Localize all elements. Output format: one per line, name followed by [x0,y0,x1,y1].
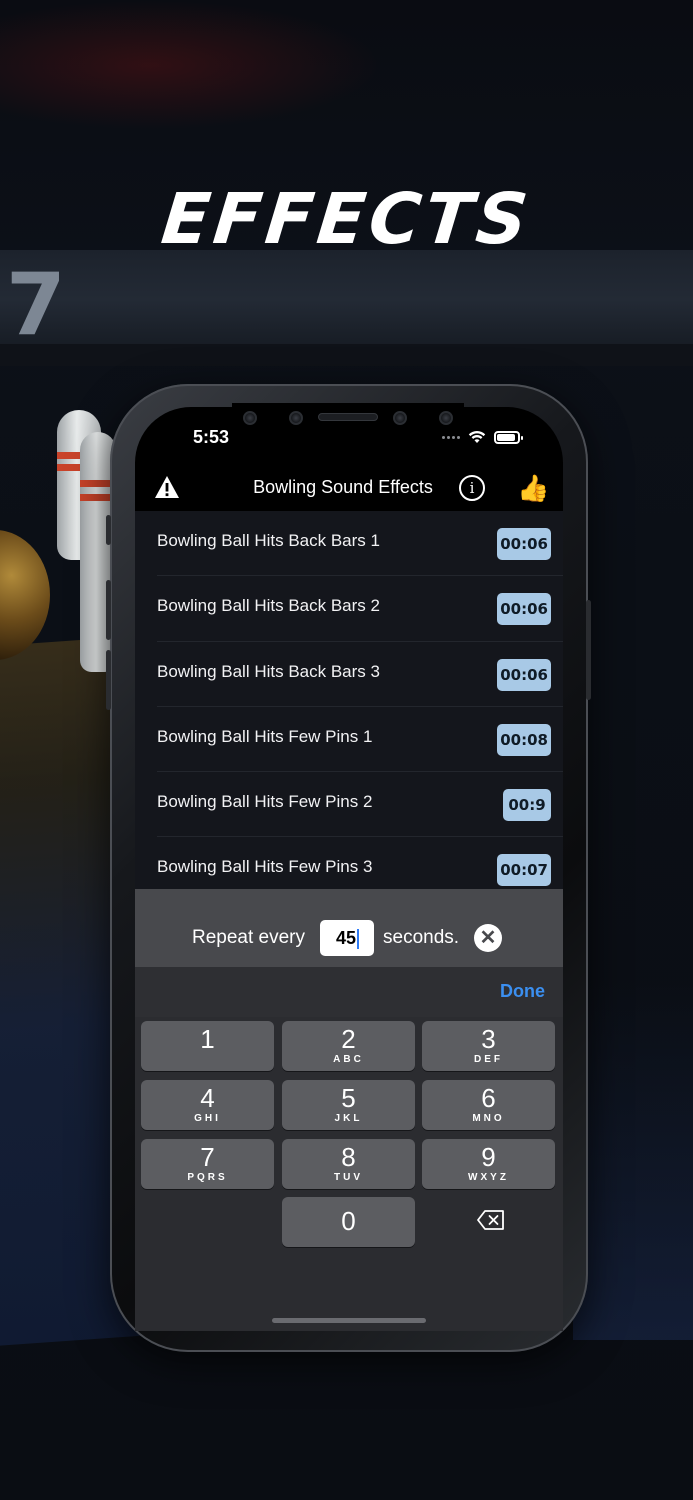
key-digit: 1 [200,1024,215,1054]
list-item[interactable]: Bowling Ball Hits Few Pins 1 00:08 [135,707,563,773]
key-digit: 3 [481,1024,496,1054]
key-digit: 8 [341,1142,356,1172]
list-item[interactable]: Bowling Ball Hits Few Pins 2 00:9 [135,772,563,838]
bowling-ball-image [0,530,50,660]
repeat-label: Repeat every [192,927,306,948]
key-9[interactable]: 9 WXYZ [422,1139,555,1189]
key-digit: 6 [481,1083,496,1113]
status-icons [442,430,523,444]
camera-icon [243,411,257,425]
warning-icon[interactable] [154,475,180,499]
clear-icon[interactable]: ✕ [474,924,502,952]
key-digit: 2 [341,1024,356,1054]
key-letters: MNO [472,1113,505,1124]
sound-list: Bowling Ball Hits Back Bars 1 00:06 Bowl… [135,511,563,889]
sound-title: Bowling Ball Hits Few Pins 1 [157,726,373,746]
signal-icon [442,435,460,439]
key-2[interactable]: 2 ABC [282,1021,415,1071]
lane-number: 7 [6,255,66,355]
key-3[interactable]: 3 DEF [422,1021,555,1071]
duration-badge: 00:06 [497,658,551,691]
duration-badge: 00:9 [503,789,551,822]
duration-badge: 00:06 [497,593,551,626]
key-digit: 5 [341,1083,356,1113]
repeat-seconds-value: 45 [336,928,357,948]
key-letters: GHI [194,1113,221,1124]
key-6[interactable]: 6 MNO [422,1080,555,1130]
speaker-grille [318,413,378,421]
key-digit: 4 [200,1083,215,1113]
list-item[interactable]: Bowling Ball Hits Few Pins 3 00:07 [135,837,563,889]
sound-title: Bowling Ball Hits Few Pins 3 [157,857,373,877]
key-7[interactable]: 7 PQRS [141,1139,274,1189]
battery-icon [494,430,523,444]
key-letters: PQRS [187,1172,228,1183]
key-8[interactable]: 8 TUV [282,1139,415,1189]
background-glow [0,0,380,130]
list-item[interactable]: Bowling Ball Hits Back Bars 3 00:06 [135,642,563,708]
key-letters: JKL [334,1113,363,1124]
done-button[interactable]: Done [500,981,545,1002]
headline: EFFECTS [157,178,536,260]
sound-title: Bowling Ball Hits Back Bars 2 [157,596,380,616]
key-letters: DEF [474,1054,503,1065]
sound-title: Bowling Ball Hits Back Bars 1 [157,531,380,550]
background-lane-right [573,980,693,1340]
backspace-icon[interactable] [477,1209,505,1231]
duration-badge: 00:07 [497,854,551,887]
camera-icon [289,411,303,425]
phone-notch [232,403,464,441]
key-letters: WXYZ [468,1172,509,1183]
info-icon[interactable]: i [459,475,485,501]
camera-icon [393,411,407,425]
key-letters: TUV [334,1172,363,1183]
background-divider [0,344,693,366]
phone-side-button [106,580,111,640]
text-caret [357,929,360,950]
key-digit: 9 [481,1142,496,1172]
phone-side-button [586,600,591,700]
home-indicator[interactable] [272,1318,426,1323]
background-lane-sign [0,250,693,350]
key-digit: 0 [341,1206,356,1236]
camera-icon [439,411,453,425]
repeat-suffix: seconds. [383,927,460,948]
sound-title: Bowling Ball Hits Back Bars 3 [157,661,380,681]
key-0[interactable]: 0 [282,1197,415,1247]
duration-badge: 00:08 [497,723,551,756]
thumbs-up-icon[interactable]: 👍 [517,473,549,503]
phone-side-button [106,515,111,545]
key-5[interactable]: 5 JKL [282,1080,415,1130]
key-4[interactable]: 4 GHI [141,1080,274,1130]
duration-badge: 00:06 [497,528,551,560]
repeat-seconds-input[interactable]: 45 [320,920,374,956]
wifi-icon [468,431,486,443]
sound-title: Bowling Ball Hits Few Pins 2 [157,792,373,812]
list-item[interactable]: Bowling Ball Hits Back Bars 1 00:06 [135,511,563,577]
key-letters: ABC [333,1054,364,1065]
list-item[interactable]: Bowling Ball Hits Back Bars 2 00:06 [135,576,563,642]
nav-title: Bowling Sound Effects [253,477,433,497]
phone-side-button [106,650,111,710]
key-digit: 7 [200,1142,215,1172]
keyboard-accessory-bar [135,967,563,1017]
status-time: 5:53 [193,427,230,447]
key-1[interactable]: 1 [141,1021,274,1071]
